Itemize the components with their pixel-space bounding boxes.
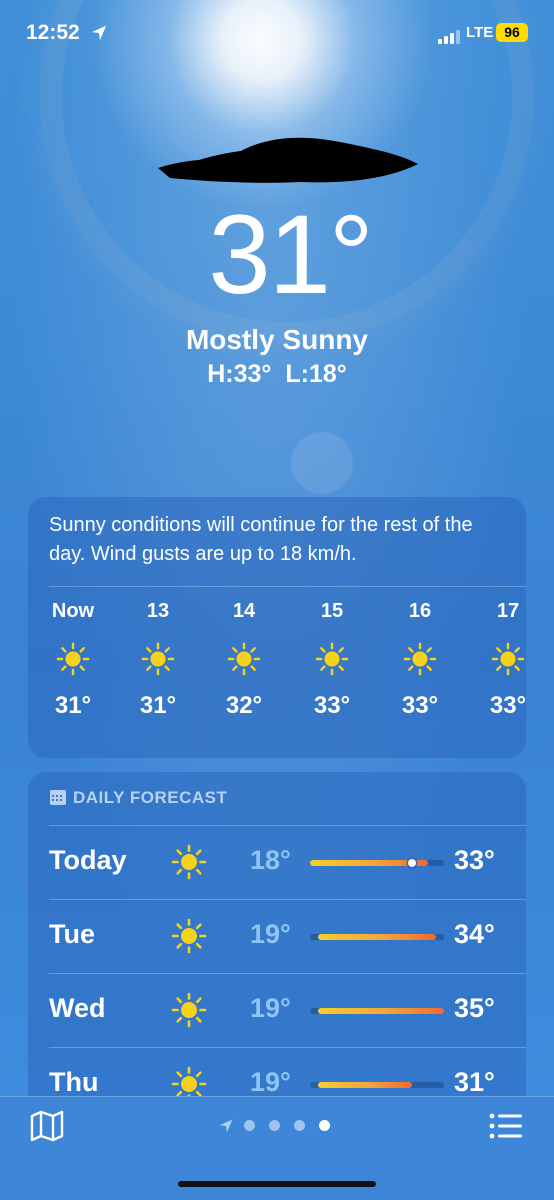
hour-label: 14	[232, 600, 256, 622]
hourly-forecast-card[interactable]: Sunny conditions will continue for the r…	[28, 497, 526, 758]
hourly-item: 14 32°	[214, 600, 274, 720]
hour-temperature: 31°	[139, 692, 177, 719]
hourly-item: 13 31°	[128, 600, 188, 720]
hour-label: 17	[496, 600, 520, 622]
current-condition: Mostly Sunny	[185, 324, 368, 355]
day-low-temperature: 18°	[250, 845, 291, 875]
hour-temperature: 32°	[225, 692, 263, 719]
hourly-item: 17 33°	[478, 600, 526, 720]
temperature-range-bar	[310, 934, 444, 940]
location-page-icon[interactable]	[218, 1118, 234, 1134]
hourly-item: 16 33°	[390, 600, 450, 720]
day-row[interactable]: Today 18° 33°	[28, 825, 526, 898]
redacted-location-name	[158, 137, 418, 183]
sun-icon	[141, 642, 175, 676]
hour-label: Now	[51, 600, 95, 622]
low-temperature: L:18°	[285, 360, 347, 388]
home-indicator[interactable]	[178, 1181, 376, 1187]
high-temperature: H:33°	[207, 360, 272, 388]
day-high-temperature: 33°	[454, 845, 495, 875]
status-time: 12:52	[26, 21, 80, 44]
page-dot[interactable]	[294, 1120, 305, 1132]
day-name: Thu	[49, 1067, 99, 1097]
daily-forecast-header: DAILY FORECAST	[49, 788, 227, 808]
day-row[interactable]: Wed 19° 35°	[28, 973, 526, 1046]
sun-icon	[171, 844, 207, 880]
day-name: Today	[49, 845, 127, 875]
sun-icon	[491, 642, 525, 676]
forecast-summary: Sunny conditions will continue for the r…	[49, 514, 473, 565]
city-list-icon[interactable]	[488, 1111, 524, 1141]
hour-temperature: 31°	[54, 692, 92, 719]
card-divider	[49, 586, 526, 587]
hour-temperature: 33°	[401, 692, 439, 719]
battery-indicator: 96	[496, 23, 528, 42]
day-name: Wed	[49, 993, 106, 1023]
sun-icon	[56, 642, 90, 676]
hour-label: 13	[146, 600, 170, 622]
page-indicator[interactable]	[218, 1117, 344, 1135]
hour-temperature: 33°	[489, 692, 526, 719]
current-temperature: 31°	[208, 192, 373, 317]
page-dot[interactable]	[269, 1120, 280, 1132]
sun-icon	[171, 918, 207, 954]
sun-icon	[315, 642, 349, 676]
day-name: Tue	[49, 919, 95, 949]
high-low-temperatures: H:33° L:18°	[0, 360, 554, 389]
daily-forecast-card[interactable]: DAILY FORECAST Today 18° 33° Tue 19° 34° Wed 19…	[28, 772, 526, 1112]
page-dot[interactable]	[319, 1120, 330, 1132]
temperature-range-fill	[317, 1008, 444, 1014]
day-high-temperature: 35°	[454, 993, 495, 1023]
location-arrow-icon	[91, 25, 107, 41]
sun-icon	[403, 642, 437, 676]
calendar-icon	[50, 790, 66, 805]
hourly-item: Now 31°	[43, 600, 103, 720]
hour-label: 16	[408, 600, 432, 622]
day-low-temperature: 19°	[250, 919, 291, 949]
temperature-range-fill	[317, 934, 437, 940]
daily-forecast-title: DAILY FORECAST	[73, 788, 228, 807]
page-dot[interactable]	[244, 1120, 255, 1132]
day-low-temperature: 19°	[250, 1067, 291, 1097]
hourly-item: 15 33°	[302, 600, 362, 720]
sun-icon	[227, 642, 261, 676]
hour-label: 15	[320, 600, 344, 622]
hour-temperature: 33°	[313, 692, 351, 719]
day-low-temperature: 19°	[250, 993, 291, 1023]
sun-icon	[171, 992, 207, 1028]
temperature-range-fill	[317, 1082, 413, 1088]
day-high-temperature: 34°	[454, 919, 495, 949]
day-high-temperature: 31°	[454, 1067, 495, 1097]
temperature-range-bar	[310, 1008, 444, 1014]
temperature-range-bar	[310, 859, 444, 867]
network-type: LTE	[466, 24, 494, 41]
signal-strength-icon	[438, 26, 462, 44]
bottom-toolbar	[0, 1096, 554, 1200]
day-row[interactable]: Tue 19° 34°	[28, 899, 526, 972]
status-bar: 12:52 LTE 96	[0, 0, 554, 66]
map-icon[interactable]	[29, 1110, 65, 1142]
temperature-range-bar	[310, 1082, 444, 1088]
